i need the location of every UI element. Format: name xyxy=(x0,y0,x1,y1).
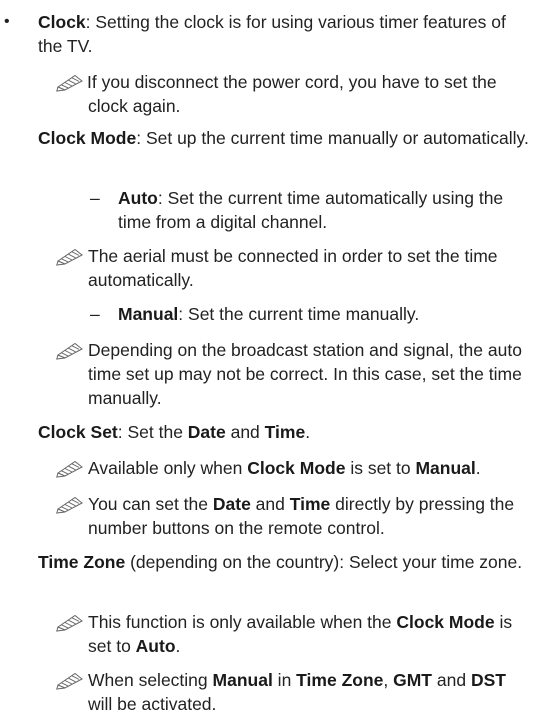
note-time-zone-2: When selecting Manual in Time Zone, GMT … xyxy=(0,668,540,716)
clock-desc: : Setting the clock is for using various… xyxy=(38,12,506,56)
note-text-part: This function is only available when the xyxy=(88,612,397,632)
manual-paragraph: Manual: Set the current time manually. xyxy=(118,302,534,326)
note-text: This function is only available when the… xyxy=(88,610,534,658)
note-text-part: is set to xyxy=(345,458,416,478)
note-text-part: will be activated. xyxy=(88,694,217,714)
clock-mode-title: Clock Mode xyxy=(38,128,137,148)
note-text: Depending on the broadcast station and s… xyxy=(88,340,522,408)
conjunction: and xyxy=(250,494,290,514)
clock-mode-section: Clock Mode: Set up the current time manu… xyxy=(0,126,540,174)
clock-title: Clock xyxy=(38,12,86,32)
note-text: If you disconnect the power cord, you ha… xyxy=(87,72,497,116)
note-pencil-icon xyxy=(56,458,84,478)
auto-item: – Auto: Set the current time automatical… xyxy=(0,186,540,234)
clock-paragraph: Clock: Setting the clock is for using va… xyxy=(38,10,534,58)
time-zone-desc: (depending on the country): Select your … xyxy=(125,552,523,572)
clock-mode-term: Clock Mode xyxy=(396,612,495,632)
note-text: You can set the Date and Time directly b… xyxy=(88,492,534,540)
clock-set-paragraph: Clock Set: Set the Date and Time. xyxy=(38,420,534,444)
period: . xyxy=(175,636,181,656)
note-pencil-icon xyxy=(56,670,84,690)
time-term: Time xyxy=(264,422,306,442)
time-zone-term: Time Zone xyxy=(296,670,384,690)
clock-mode-desc: : Set up the current time manually or au… xyxy=(136,128,529,148)
manual-label: Manual xyxy=(118,304,179,324)
date-term: Date xyxy=(187,422,226,442)
note-time-zone-1: This function is only available when the… xyxy=(0,610,540,658)
clock-mode-term: Clock Mode xyxy=(247,458,346,478)
time-term: Time xyxy=(289,494,331,514)
note-pencil-icon xyxy=(56,494,84,514)
clock-mode-paragraph: Clock Mode: Set up the current time manu… xyxy=(38,126,534,150)
note-text-part: Available only when xyxy=(88,458,248,478)
conjunction: and xyxy=(225,422,265,442)
note-text-part: in xyxy=(272,670,297,690)
note-text: When selecting Manual in Time Zone, GMT … xyxy=(88,668,534,716)
bullet-marker: • xyxy=(4,13,10,30)
note-text-part: When selecting xyxy=(88,670,213,690)
manual-page: • Clock: Setting the clock is for using … xyxy=(0,0,540,722)
note-pencil-icon xyxy=(56,72,84,92)
gmt-term: GMT xyxy=(393,670,432,690)
note-text: The aerial must be connected in order to… xyxy=(88,246,498,290)
note-manual: Depending on the broadcast station and s… xyxy=(0,338,540,410)
period: . xyxy=(475,458,481,478)
clock-set-desc: : Set the xyxy=(117,422,188,442)
auto-term: Auto xyxy=(135,636,176,656)
auto-desc: : Set the current time automatically usi… xyxy=(118,188,504,232)
time-zone-title: Time Zone xyxy=(38,552,126,572)
manual-term: Manual xyxy=(415,458,476,478)
clock-section: • Clock: Setting the clock is for using … xyxy=(0,10,540,58)
note-pencil-icon xyxy=(56,246,84,266)
clock-set-title: Clock Set xyxy=(38,422,118,442)
note-auto: The aerial must be connected in order to… xyxy=(0,244,540,292)
note-clock: If you disconnect the power cord, you ha… xyxy=(0,70,540,118)
time-zone-paragraph: Time Zone (depending on the country): Se… xyxy=(38,550,534,574)
dst-term: DST xyxy=(470,670,506,690)
note-pencil-icon xyxy=(56,340,84,360)
note-clock-set-2: You can set the Date and Time directly b… xyxy=(0,492,540,540)
note-clock-set-1: Available only when Clock Mode is set to… xyxy=(0,456,540,480)
manual-item: – Manual: Set the current time manually. xyxy=(0,302,540,326)
time-zone-section: Time Zone (depending on the country): Se… xyxy=(0,550,540,598)
date-term: Date xyxy=(212,494,251,514)
conjunction: and xyxy=(432,670,471,690)
note-text: Available only when Clock Mode is set to… xyxy=(88,456,534,480)
auto-paragraph: Auto: Set the current time automatically… xyxy=(118,186,534,234)
period: . xyxy=(305,422,311,442)
manual-desc: : Set the current time manually. xyxy=(178,304,420,324)
clock-set-section: Clock Set: Set the Date and Time. xyxy=(0,420,540,444)
manual-term: Manual xyxy=(212,670,273,690)
auto-label: Auto xyxy=(118,188,158,208)
note-text-part: , xyxy=(383,670,394,690)
dash-marker: – xyxy=(90,304,100,324)
note-pencil-icon xyxy=(56,612,84,632)
dash-marker: – xyxy=(90,188,100,208)
note-text-part: You can set the xyxy=(88,494,213,514)
